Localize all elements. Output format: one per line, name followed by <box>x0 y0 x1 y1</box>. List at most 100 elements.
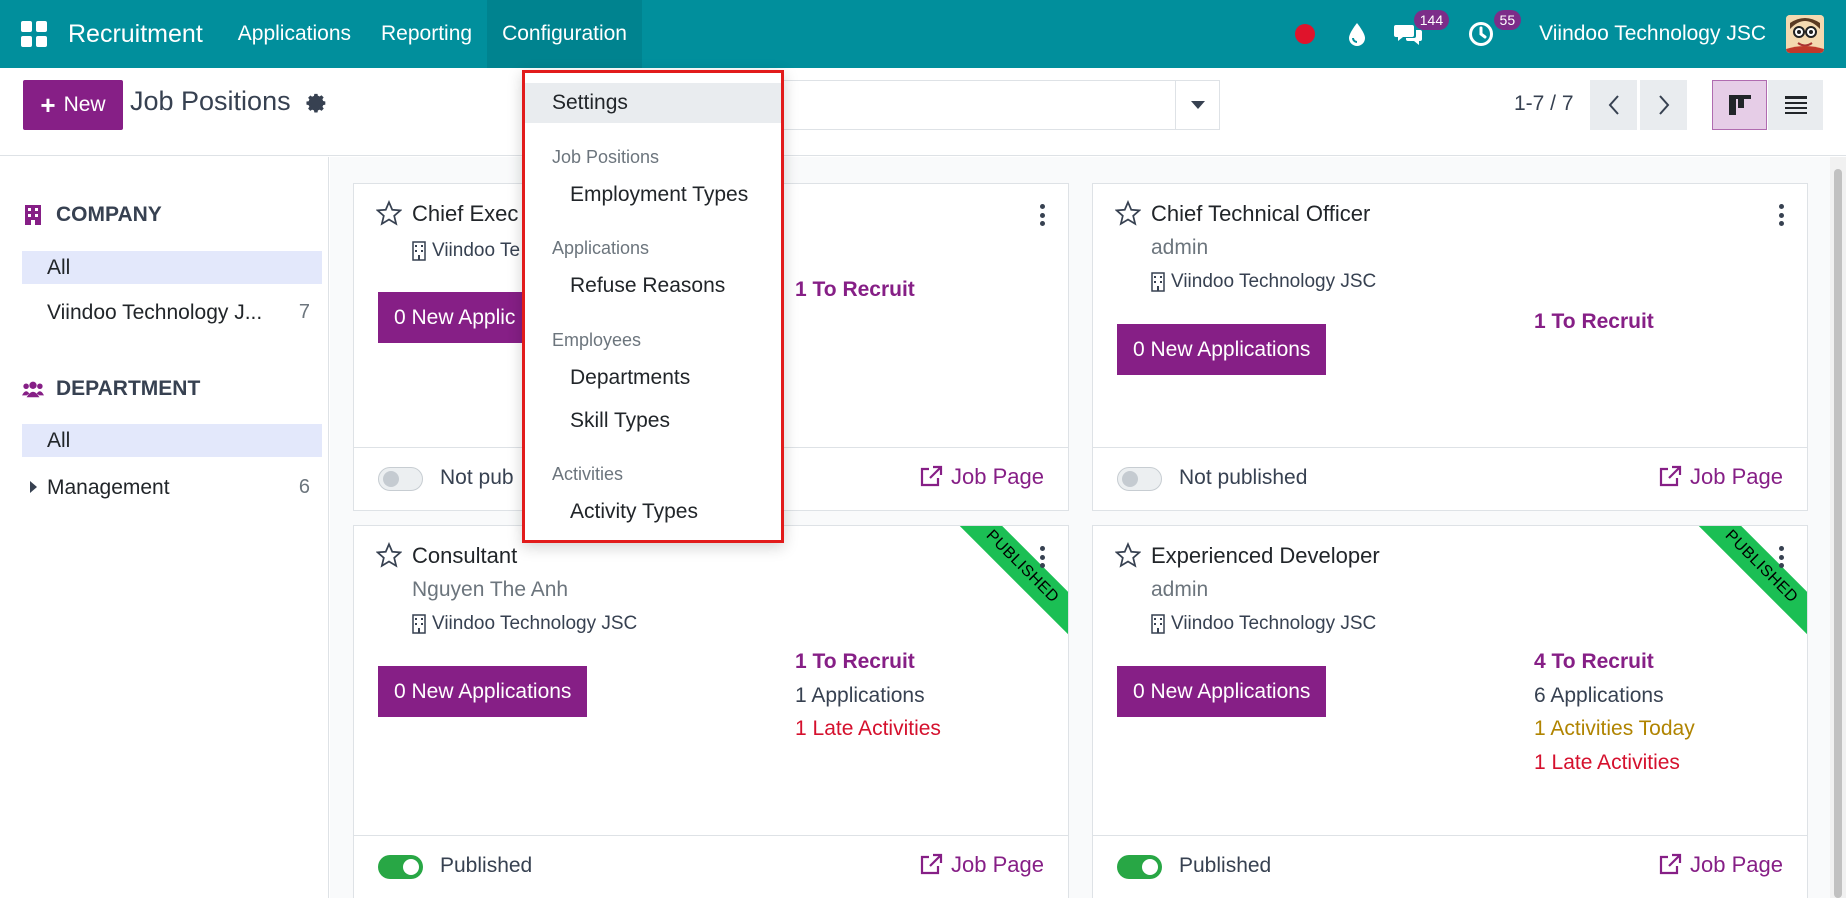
building-icon <box>412 241 426 261</box>
external-link-icon <box>1659 853 1682 875</box>
star-icon[interactable] <box>376 542 402 568</box>
search-panel-sidebar: COMPANY All Viindoo Technology J... 7 DE… <box>0 157 329 898</box>
dropdown-section-employees: Employees <box>552 330 642 350</box>
new-applications-button[interactable]: 0 New Applications <box>378 666 588 717</box>
kebab-menu-icon[interactable] <box>1777 204 1785 226</box>
applications-count[interactable]: 1 Applications <box>795 684 925 708</box>
job-title[interactable]: Chief Exec <box>412 201 518 227</box>
to-recruit-count[interactable]: 1 To Recruit <box>795 650 915 674</box>
to-recruit-count[interactable]: 1 To Recruit <box>1534 310 1654 334</box>
star-icon[interactable] <box>1115 542 1141 568</box>
job-card-chief-technical-officer[interactable]: Chief Technical Officer admin Viindoo Te… <box>1092 183 1808 511</box>
department-filter-management-count: 6 <box>298 476 310 498</box>
company-switcher[interactable]: Viindoo Technology JSC <box>1539 22 1766 46</box>
company-header-label: COMPANY <box>56 203 162 226</box>
job-page-link[interactable]: Job Page <box>919 852 1044 878</box>
list-icon <box>1784 96 1807 114</box>
kebab-menu-icon[interactable] <box>1038 546 1046 568</box>
caret-down-icon <box>1190 101 1205 109</box>
kanban-view-button[interactable] <box>1712 80 1767 130</box>
to-recruit-count[interactable]: 1 To Recruit <box>795 278 915 302</box>
job-title[interactable]: Consultant <box>412 543 517 569</box>
building-icon <box>25 205 41 225</box>
pager-previous-button[interactable] <box>1590 80 1637 130</box>
building-icon <box>412 614 426 634</box>
company-section-header: COMPANY <box>22 203 162 227</box>
publish-toggle[interactable] <box>378 855 423 879</box>
dropdown-section-activities: Activities <box>552 464 624 484</box>
kanban-scrollbar[interactable] <box>1830 157 1846 898</box>
published-ribbon: PUBLISHED <box>954 526 1068 635</box>
caret-right-icon[interactable] <box>30 481 37 493</box>
activities-badge: 55 <box>1493 10 1522 30</box>
department-filter-all[interactable]: All <box>22 424 322 457</box>
gear-icon[interactable] <box>305 92 329 116</box>
new-button-label: New <box>63 93 106 116</box>
job-page-link[interactable]: Job Page <box>1658 852 1783 878</box>
to-recruit-count[interactable]: 4 To Recruit <box>1534 650 1654 674</box>
chevron-left-icon <box>1608 95 1619 115</box>
activities-clock-icon[interactable]: 55 <box>1459 0 1522 68</box>
menu-item-departments[interactable]: Departments <box>525 358 781 398</box>
late-activities[interactable]: 1 Late Activities <box>795 717 941 741</box>
recording-icon[interactable] <box>1283 0 1327 68</box>
menu-item-refuse-reasons[interactable]: Refuse Reasons <box>525 266 781 306</box>
card-footer: Published Job Page <box>354 835 1068 898</box>
menu-item-skill-types[interactable]: Skill Types <box>525 401 781 441</box>
apps-menu-icon[interactable] <box>0 0 68 68</box>
company-filter-viindoo-label: Viindoo Technology J... <box>47 300 263 324</box>
job-recruiter: admin <box>1151 578 1209 601</box>
publish-status: Published <box>1179 854 1272 877</box>
messages-icon[interactable]: 144 <box>1387 0 1450 68</box>
department-filter-management-label: Management <box>47 475 170 499</box>
menu-applications[interactable]: Applications <box>223 0 366 68</box>
job-card-experienced-developer[interactable]: PUBLISHED Experienced Developer admin Vi… <box>1092 525 1808 898</box>
messages-badge: 144 <box>1413 10 1450 30</box>
search-input[interactable] <box>780 80 1220 130</box>
list-view-button[interactable] <box>1768 80 1823 130</box>
job-page-link[interactable]: Job Page <box>919 464 1044 490</box>
menu-item-settings[interactable]: Settings <box>525 83 781 123</box>
activities-today[interactable]: 1 Activities Today <box>1534 717 1695 741</box>
published-ribbon: PUBLISHED <box>1693 526 1807 635</box>
star-icon[interactable] <box>1115 200 1141 226</box>
menu-configuration[interactable]: Configuration <box>487 0 642 68</box>
kebab-menu-icon[interactable] <box>1777 546 1785 568</box>
building-icon <box>1151 614 1165 634</box>
late-activities[interactable]: 1 Late Activities <box>1534 751 1680 775</box>
new-applications-button[interactable]: 0 New Applications <box>1117 324 1327 375</box>
job-page-link[interactable]: Job Page <box>1658 464 1783 490</box>
user-avatar[interactable] <box>1786 15 1824 53</box>
menu-item-activity-types[interactable]: Activity Types <box>525 492 781 532</box>
pager-next-button[interactable] <box>1640 80 1687 130</box>
company-filter-viindoo[interactable]: Viindoo Technology J... 7 <box>22 296 322 329</box>
app-brand[interactable]: Recruitment <box>68 20 203 49</box>
configuration-dropdown: Settings Job Positions Employment Types … <box>522 70 784 543</box>
publish-toggle[interactable] <box>378 467 423 491</box>
job-company: Viindoo Technology JSC <box>1151 613 1376 635</box>
top-navbar: Recruitment Applications Reporting Confi… <box>0 0 1846 68</box>
job-card-consultant[interactable]: PUBLISHED Consultant Nguyen The Anh Viin… <box>353 525 1069 898</box>
new-applications-button[interactable]: 0 New Applications <box>1117 666 1327 717</box>
building-icon <box>1151 272 1165 292</box>
new-button[interactable]: + New <box>23 80 123 130</box>
job-company: Viindoo Technology JSC <box>1151 271 1376 293</box>
drop-icon[interactable] <box>1335 0 1379 68</box>
pager-value[interactable]: 1-7 / 7 <box>1514 92 1574 116</box>
publish-toggle[interactable] <box>1117 855 1162 879</box>
publish-status: Not pub <box>440 466 514 489</box>
department-filter-management[interactable]: Management 6 <box>22 471 322 504</box>
publish-toggle[interactable] <box>1117 467 1162 491</box>
menu-reporting[interactable]: Reporting <box>366 0 487 68</box>
job-recruiter: admin <box>1151 236 1209 259</box>
job-title[interactable]: Chief Technical Officer <box>1151 201 1370 227</box>
menu-item-employment-types[interactable]: Employment Types <box>525 175 781 215</box>
job-page-label: Job Page <box>951 852 1044 877</box>
job-title[interactable]: Experienced Developer <box>1151 543 1380 569</box>
search-options-toggle[interactable] <box>1175 80 1220 130</box>
applications-count[interactable]: 6 Applications <box>1534 684 1664 708</box>
company-filter-all[interactable]: All <box>22 251 322 284</box>
job-company: Viindoo Technology JSC <box>412 613 637 635</box>
kebab-menu-icon[interactable] <box>1038 204 1046 226</box>
star-icon[interactable] <box>376 200 402 226</box>
